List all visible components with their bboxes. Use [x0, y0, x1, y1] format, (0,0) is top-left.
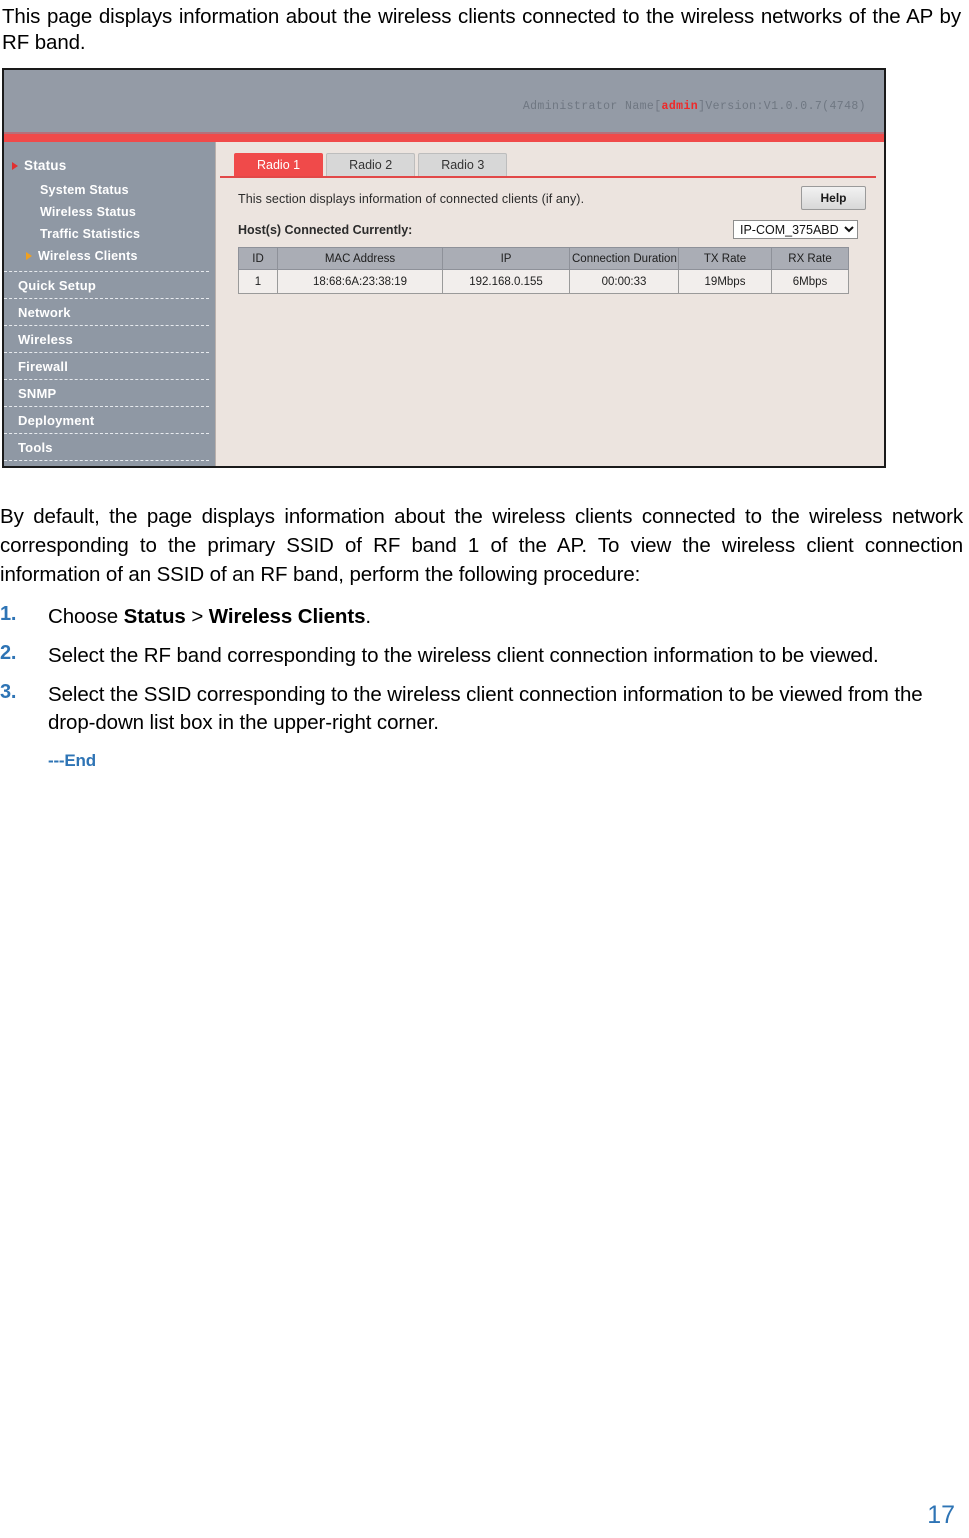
- step-text-part: Choose: [48, 605, 124, 628]
- intro-paragraph: This page displays information about the…: [2, 5, 961, 54]
- column-header-ip: IP: [442, 247, 570, 270]
- column-header-connection-duration: Connection Duration: [569, 247, 679, 270]
- step-bold-wireless-clients: Wireless Clients: [208, 605, 366, 628]
- admin-prefix-text: Administrator Name[: [522, 100, 662, 113]
- document-page: This page displays information about the…: [0, 0, 969, 771]
- sidebar-item-label: Wireless Clients: [38, 249, 138, 263]
- sidebar-item-system-status[interactable]: System Status: [4, 179, 215, 201]
- sidebar-item-wireless[interactable]: Wireless: [4, 326, 209, 353]
- connected-clients-table: ID MAC Address IP Connection Duration TX…: [238, 247, 849, 294]
- table-row: 1 18:68:6A:23:38:19 192.168.0.155 00:00:…: [238, 269, 849, 294]
- sidebar-item-status[interactable]: Status: [4, 154, 215, 179]
- administrator-info: Administrator Name[admin]Version:V1.0.0.…: [523, 100, 866, 113]
- ui-body: Status System Status Wireless Status Tra…: [4, 142, 884, 466]
- header-accent-bar: [4, 132, 884, 142]
- tab-radio-2[interactable]: Radio 2: [326, 153, 416, 176]
- main-content-pane: Radio 1 Radio 2 Radio 3 This section dis…: [215, 142, 884, 466]
- list-item: 3. Select the SSID corresponding to the …: [0, 681, 969, 737]
- triangle-right-icon: [12, 161, 18, 170]
- cell-tx-rate: 19Mbps: [678, 269, 772, 294]
- sidebar-item-network[interactable]: Network: [4, 299, 209, 326]
- list-item: 2. Select the RF band corresponding to t…: [0, 642, 969, 670]
- step-text: Select the RF band corresponding to the …: [48, 644, 879, 667]
- sidebar-item-wireless-status[interactable]: Wireless Status: [4, 201, 215, 223]
- column-header-rx-rate: RX Rate: [771, 247, 849, 270]
- step-number: 1.: [0, 603, 17, 625]
- column-header-id: ID: [238, 247, 278, 270]
- list-item: 1. Choose Status > Wireless Clients.: [0, 603, 969, 631]
- body-paragraph: By default, the page displays informatio…: [0, 505, 963, 586]
- table-header-row: ID MAC Address IP Connection Duration TX…: [238, 247, 849, 270]
- sidebar-item-wireless-clients[interactable]: Wireless Clients: [4, 245, 215, 267]
- step-number: 3.: [0, 681, 17, 703]
- panel-description: This section displays information of con…: [238, 192, 585, 206]
- tab-radio-3[interactable]: Radio 3: [418, 153, 508, 176]
- sidebar-item-traffic-statistics[interactable]: Traffic Statistics: [4, 223, 215, 245]
- cell-connection-duration: 00:00:33: [569, 269, 679, 294]
- step-number: 2.: [0, 642, 17, 664]
- column-header-mac-address: MAC Address: [277, 247, 443, 270]
- help-button[interactable]: Help: [801, 186, 866, 210]
- sidebar-item-quick-setup[interactable]: Quick Setup: [4, 271, 209, 299]
- sidebar-item-firewall[interactable]: Firewall: [4, 353, 209, 380]
- end-marker: ---End: [48, 751, 96, 770]
- host-selector-row: Host(s) Connected Currently: IP-COM_375A…: [238, 220, 868, 239]
- step-text-period: .: [365, 605, 371, 628]
- column-header-tx-rate: TX Rate: [678, 247, 772, 270]
- sidebar-item-snmp[interactable]: SNMP: [4, 380, 209, 407]
- procedure-steps: 1. Choose Status > Wireless Clients. 2. …: [0, 603, 969, 737]
- step-bold-status: Status: [123, 605, 186, 628]
- device-ui-screenshot: Administrator Name[admin]Version:V1.0.0.…: [2, 68, 886, 468]
- cell-id: 1: [238, 269, 278, 294]
- page-number: 17: [927, 1501, 955, 1529]
- wireless-clients-panel: This section displays information of con…: [216, 178, 884, 294]
- tab-radio-1[interactable]: Radio 1: [234, 153, 324, 176]
- ui-header-bar: Administrator Name[admin]Version:V1.0.0.…: [4, 70, 884, 132]
- triangle-right-icon: [26, 252, 32, 260]
- step-text: Choose Status > Wireless Clients.: [48, 603, 969, 631]
- cell-ip: 192.168.0.155: [442, 269, 570, 294]
- sidebar-item-label: Status: [24, 158, 67, 173]
- admin-name-value: admin: [661, 100, 699, 113]
- cell-rx-rate: 6Mbps: [771, 269, 849, 294]
- sidebar-item-deployment[interactable]: Deployment: [4, 407, 209, 434]
- radio-tab-bar: Radio 1 Radio 2 Radio 3: [216, 142, 884, 176]
- cell-mac-address: 18:68:6A:23:38:19: [277, 269, 443, 294]
- ssid-select[interactable]: IP-COM_375ABD: [733, 220, 858, 239]
- step-text-separator: >: [185, 605, 209, 628]
- step-text: Select the SSID corresponding to the wir…: [48, 683, 923, 734]
- sidebar-nav: Status System Status Wireless Status Tra…: [4, 142, 215, 466]
- sidebar-item-tools[interactable]: Tools: [4, 434, 209, 461]
- hosts-connected-label: Host(s) Connected Currently:: [238, 222, 413, 237]
- admin-suffix-text: ]Version:V1.0.0.7(4748): [698, 100, 866, 113]
